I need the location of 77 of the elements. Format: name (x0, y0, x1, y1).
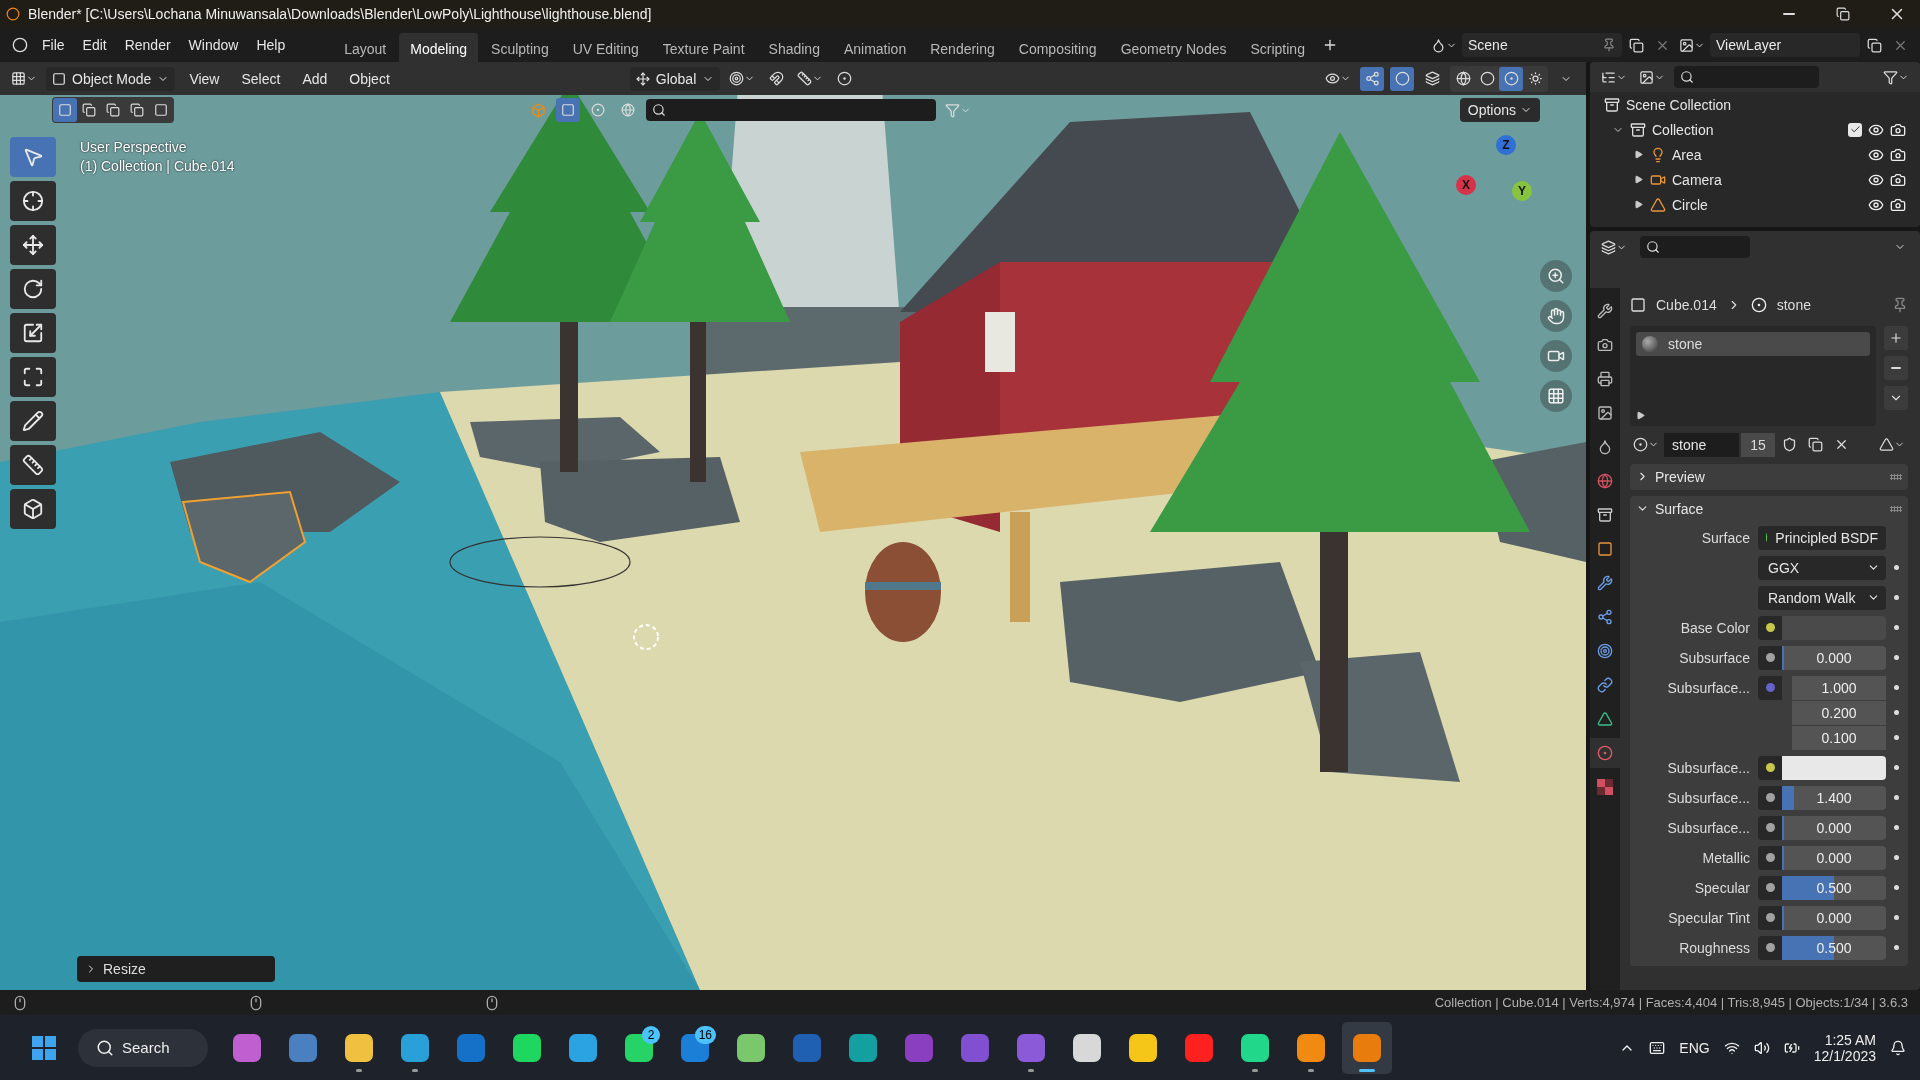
scene-field[interactable]: Scene (1462, 33, 1622, 57)
menu-item[interactable]: Add (294, 66, 336, 91)
workspace-tab[interactable]: UV Editing (561, 32, 650, 64)
view-context: (1) Collection | Cube.014 (80, 158, 235, 174)
field-label: Subsurface... (1666, 678, 1751, 698)
notification-badge: 16 (694, 1025, 716, 1044)
menu-item[interactable]: Help (248, 33, 294, 57)
workspace-tab[interactable]: Scripting (1239, 32, 1316, 64)
number-field[interactable]: 0.000 (1782, 645, 1886, 670)
workspace-tab[interactable]: Animation (832, 32, 918, 64)
number-field[interactable]: 0.000 (1782, 815, 1886, 840)
field-label: Metallic (1701, 848, 1751, 868)
clock-time[interactable]: 1:25 AM (1824, 1031, 1876, 1048)
workspace-tab[interactable]: Texture Paint (651, 32, 756, 64)
axis-label[interactable]: Z (1496, 135, 1516, 155)
panel-header[interactable]: Surface (1630, 495, 1908, 522)
mode-dropdown[interactable]: Object Mode (46, 66, 176, 91)
outliner-item[interactable]: Area (1672, 146, 1702, 163)
menu-item[interactable]: Object (341, 66, 398, 91)
menu-item[interactable]: Window (180, 33, 247, 57)
view-name: User Perspective (80, 139, 188, 155)
material-slot[interactable]: stone (1636, 331, 1870, 356)
number-field[interactable]: 0.500 (1782, 935, 1886, 960)
menu-item[interactable]: Render (116, 33, 179, 57)
outliner-item[interactable]: Camera (1672, 171, 1722, 188)
axis-label[interactable]: Y (1512, 181, 1532, 201)
workspace-tab[interactable]: Sculpting (480, 32, 560, 64)
outliner-item[interactable]: Scene Collection (1626, 96, 1732, 113)
clock-date[interactable]: 12/1/2023 (1813, 1047, 1876, 1064)
number-field[interactable]: 0.000 (1782, 905, 1886, 930)
status-text: Collection | Cube.014 | Verts:4,974 | Faces:4,404 | Tris:8,945 | Objects:1/34 | 3.6.3 (1434, 995, 1908, 1010)
workspace-tab[interactable]: Geometry Nodes (1109, 32, 1238, 64)
workspace-tab[interactable]: Layout (333, 32, 398, 64)
outliner-item[interactable]: Collection (1652, 121, 1714, 138)
outliner-item[interactable]: Circle (1672, 196, 1708, 213)
field-label: Specular (1693, 878, 1751, 898)
search-button[interactable]: Search (78, 1028, 208, 1067)
taskbar-app[interactable]: 2 (614, 1021, 664, 1074)
shader-link-button[interactable]: Principled BSDF (1758, 525, 1886, 550)
taskbar-app[interactable]: 16 (670, 1021, 720, 1074)
view-layer-field[interactable]: ViewLayer (1710, 33, 1860, 57)
field-label: Subsurface... (1666, 758, 1751, 778)
number-field[interactable]: 1.000 (1792, 675, 1886, 700)
workspace-tab[interactable]: Shading (757, 32, 831, 64)
number-field[interactable]: 1.400 (1782, 785, 1886, 810)
menu-item[interactable]: Edit (74, 33, 115, 57)
dropdown[interactable]: GGX (1758, 555, 1886, 580)
field-label: Surface (1700, 528, 1751, 548)
menu-item[interactable]: File (34, 33, 73, 57)
field-label: Subsurface... (1666, 788, 1751, 808)
workspace-tab[interactable]: Compositing (1007, 32, 1108, 64)
number-field[interactable]: 0.200 (1792, 700, 1886, 725)
number-field[interactable]: 0.100 (1792, 725, 1886, 750)
field-label: Specular Tint (1667, 908, 1751, 928)
user-count[interactable]: 15 (1741, 432, 1775, 457)
workspace-tab[interactable]: Rendering (919, 32, 1006, 64)
menu-item[interactable]: Select (233, 66, 289, 91)
breadcrumb-item: stone (1776, 296, 1811, 313)
options-button[interactable]: Options (1459, 98, 1540, 122)
dropdown[interactable]: Random Walk (1758, 585, 1886, 610)
material-name-field[interactable]: stone (1664, 432, 1739, 457)
field-label: Roughness (1678, 938, 1751, 958)
field-label: Base Color (1679, 618, 1751, 638)
orientation-dropdown[interactable]: Global (629, 66, 721, 91)
field-label: Subsurface... (1666, 818, 1751, 838)
last-operator-panel[interactable]: Resize (77, 956, 275, 982)
panel-header[interactable]: Preview (1630, 463, 1908, 490)
number-field[interactable]: 0.500 (1782, 875, 1886, 900)
window-title: Blender* [C:\Users\Lochana Minuwansala\Downloads\Blender\LowPoly\Lighthouse\lighthouse.blend] (28, 6, 652, 22)
notification-badge: 2 (642, 1025, 660, 1044)
field-label: Subsurface (1678, 648, 1751, 668)
menu-item[interactable]: View (181, 66, 228, 91)
breadcrumb-item: Cube.014 (1656, 296, 1717, 313)
number-field[interactable]: 0.000 (1782, 845, 1886, 870)
workspace-tab[interactable]: Modeling (399, 32, 479, 64)
axis-label[interactable]: X (1456, 175, 1476, 195)
language-indicator[interactable]: ENG (1679, 1039, 1710, 1056)
